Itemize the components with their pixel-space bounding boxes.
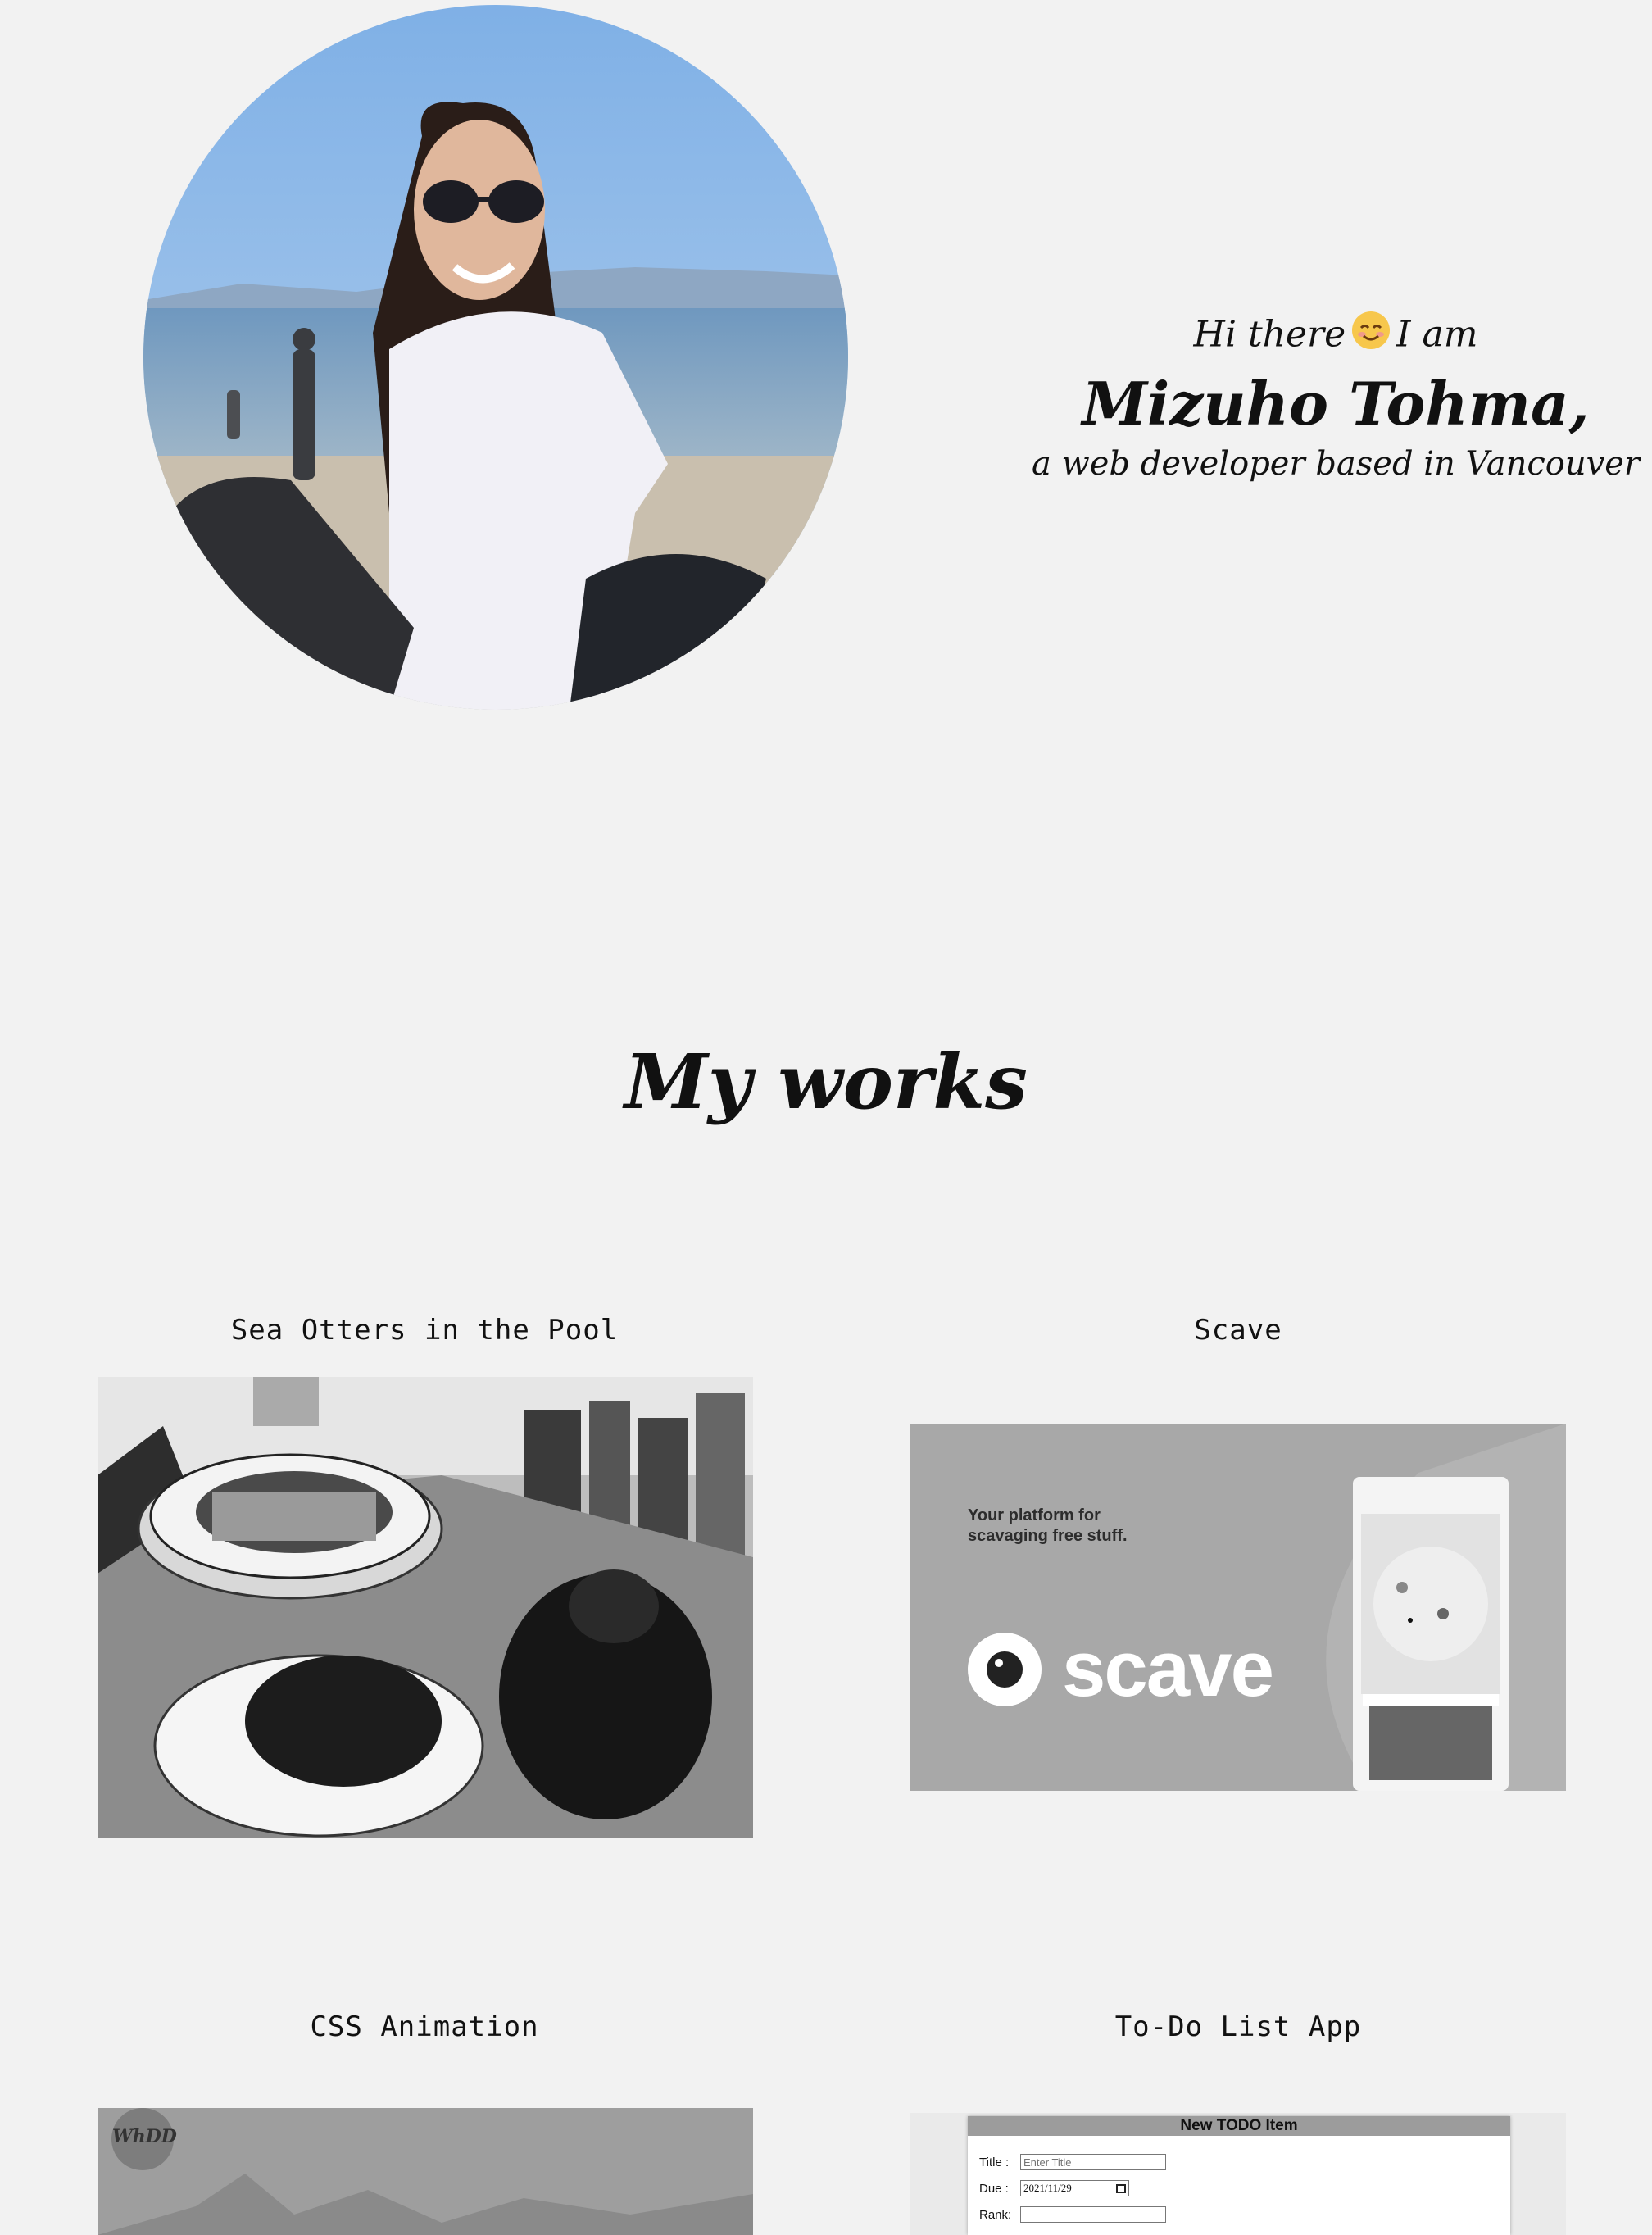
todo-rank-label: Rank: (979, 2207, 1012, 2222)
profile-photo (143, 5, 848, 710)
developer-role: a web developer based in Vancouver (1031, 445, 1641, 483)
work-title-scave: Scave (1194, 1314, 1282, 1347)
works-section-title: My works (624, 1038, 1028, 1126)
todo-rank-input[interactable] (1020, 2206, 1166, 2223)
todo-form-header: New TODO Item (968, 2116, 1510, 2136)
todo-due-input[interactable]: 2021/11/29 (1020, 2180, 1129, 2196)
greeting-suffix: I am (1396, 313, 1478, 356)
todo-title-label: Title : (979, 2155, 1010, 2169)
todo-due-value: 2021/11/29 (1023, 2182, 1072, 2194)
calendar-icon[interactable] (1116, 2183, 1126, 2193)
work-title-todo-app: To-Do List App (1114, 2010, 1362, 2043)
smiling-face-emoji-icon (1350, 310, 1391, 364)
scave-tagline-line1: Your platform for (968, 1506, 1101, 1524)
work-thumbnail-sea-otters[interactable] (98, 1377, 753, 1838)
scave-tagline-line2: scavaging free stuff. (968, 1527, 1128, 1545)
work-thumbnail-css-animation[interactable]: WhDD (98, 2108, 753, 2235)
work-title-sea-otters: Sea Otters in the Pool (230, 1314, 619, 1347)
intro-block: Hi there I am Mizuho Tohma, a web develop… (1016, 310, 1652, 487)
greeting-line: Hi there I am (1016, 310, 1652, 364)
work-thumbnail-todo-app[interactable]: New TODO Item Title : Due : 2021/11/29 R… (910, 2113, 1566, 2235)
work-title-css-animation: CSS Animation (310, 2010, 539, 2043)
css-animation-badge: WhDD (112, 2126, 177, 2147)
greeting-prefix: Hi there (1193, 313, 1346, 356)
hero-section: Hi there I am Mizuho Tohma, a web develop… (0, 0, 1652, 721)
work-thumbnail-scave[interactable]: Your platform for scavaging free stuff. … (910, 1424, 1566, 1791)
scave-logo-text: scave (1062, 1625, 1274, 1713)
developer-name: Mizuho Tohma, (1082, 369, 1590, 438)
todo-due-label: Due : (979, 2181, 1009, 2196)
todo-title-input[interactable] (1020, 2154, 1166, 2170)
